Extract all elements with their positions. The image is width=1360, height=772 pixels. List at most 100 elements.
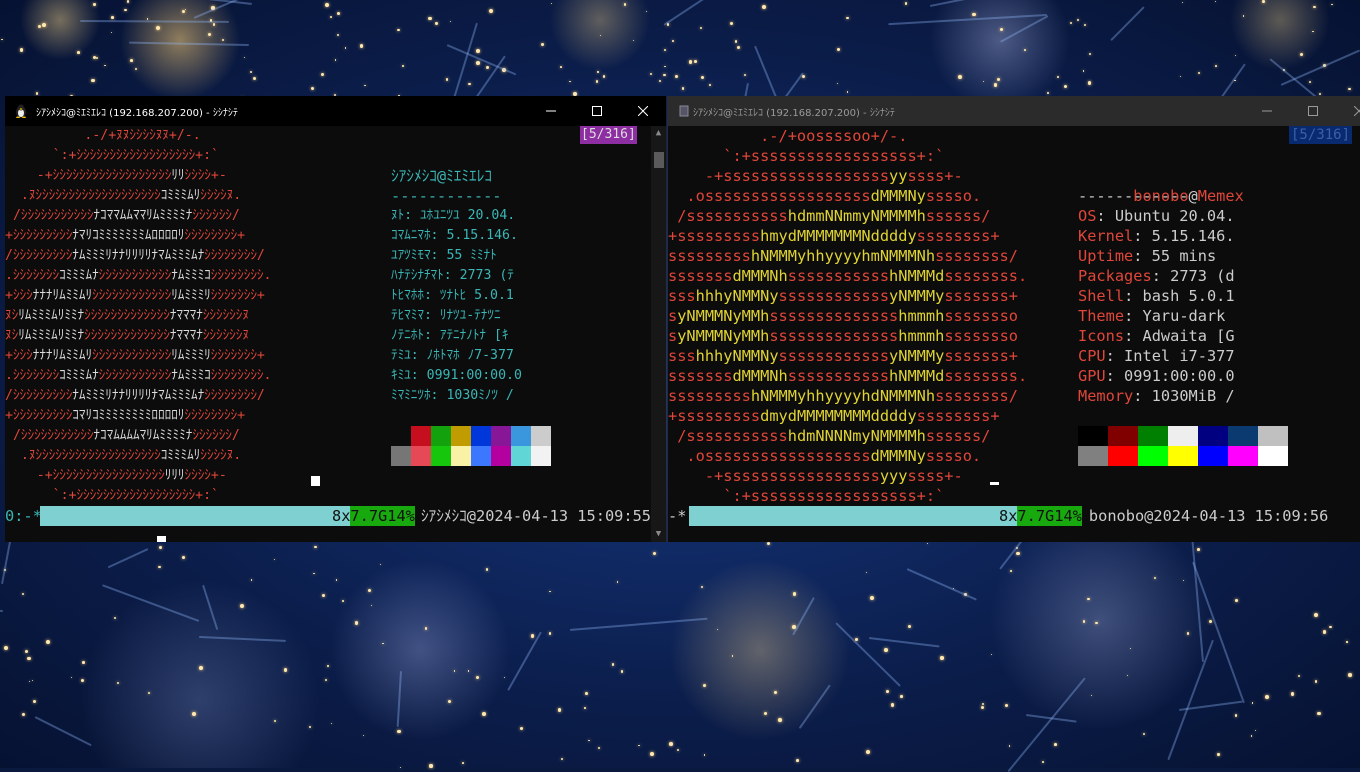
star-dot [993,83,997,87]
info-key: Uptime [1078,247,1134,265]
star-dot [1042,760,1045,763]
logo-line: +sssssssssdmydMMMMMMMMddddyssssssss+ [668,407,1000,425]
star-dot [314,545,317,548]
star-dot [273,559,276,561]
star-dot [1087,597,1090,601]
terminal-output[interactable]: .-/+oossssoo+/-. `:+ssssssssssssssssss+:… [668,126,1360,542]
star-dot [489,8,494,13]
close-button[interactable] [1336,96,1360,126]
star-dot [212,23,216,26]
scroll-down-icon[interactable]: ▼ [651,527,666,542]
terminal-window-left[interactable]: ｼｱｼﾒｼｺ@ﾐｴﾐｴﾚｺ (192.168.207.200) - ｼｼﾅｼﾃ … [5,96,666,542]
star-dot [1235,599,1239,602]
filament-line [80,20,230,24]
star-dot [331,722,333,725]
info-row: Theme: Yaru-dark [1078,306,1225,326]
star-dot [1090,694,1092,697]
star-dot [996,78,1000,82]
star-dot [91,78,96,83]
filament-line [929,0,1074,8]
status-load: 8x [332,506,351,526]
color-swatch [511,426,531,446]
tmux-status-bar: -* 8x 7.7G 14% bonobo@2024-04-13 15:09:5… [668,506,1360,526]
scroll-up-icon[interactable]: ▲ [651,126,666,141]
color-swatch [1138,446,1168,466]
separator-line: ------------ [1078,187,1189,205]
star-dot [381,642,384,645]
star-dot [1319,92,1322,96]
star-dot [446,78,449,81]
title-bar[interactable]: ｼｱｼﾒｼｺ@ﾐｴﾐｴﾚｺ (192.168.207.200) - ｼｼﾅｼﾃ [668,96,1360,126]
star-dot [557,707,562,712]
star-dot [77,51,80,54]
info-key: CPU [1078,347,1106,365]
info-row: ｺﾏﾑﾆﾏﾎ: 5.15.146. [391,228,518,243]
maximize-button[interactable] [1290,96,1336,126]
star-dot [766,542,770,546]
close-button[interactable] [620,96,666,126]
star-dot [467,82,471,86]
color-swatch [431,426,451,446]
star-dot [33,699,37,703]
star-dot [476,61,480,65]
star-dot [900,695,903,698]
filament-line [397,670,403,727]
star-dot [251,579,253,581]
filament-line [569,617,708,631]
minimize-button[interactable] [1244,96,1290,126]
star-dot [584,692,588,695]
star-dot [181,9,186,14]
star-dot [972,12,976,16]
star-dot [486,65,490,70]
star-dot [637,744,640,747]
star-dot [1265,694,1269,699]
scrollbar-thumb[interactable] [654,152,664,168]
user-host: ｼｱｼﾒｼｺ@ﾐｴﾐｴﾚｺ [391,167,492,185]
star-dot [253,76,257,81]
star-dot [1299,52,1303,56]
info-value: : 55 mins [1133,247,1217,265]
filament-line [507,631,542,692]
star-dot [359,44,364,48]
vertical-scrollbar[interactable]: ▲ ▼ [651,126,666,542]
terminal-window-right[interactable]: ｼｱｼﾒｼｺ@ﾐｴﾐｴﾚｺ (192.168.207.200) - ｼｼﾅｼﾃ … [667,96,1360,542]
star-dot [192,712,197,717]
star-dot [1208,619,1213,623]
star-dot [588,739,590,742]
star-dot [540,43,544,47]
star-dot [549,590,551,593]
window-title: ｼｱｼﾒｼｺ@ﾐｴﾐｴﾚｺ (192.168.207.200) - ｼｼﾅｼﾃ [693,107,895,119]
terminal-output[interactable]: .-/+ﾇﾇｼｼｼｼﾇﾇ+/-. `:+ｼｼｼｼｼｼｼｼｼｼｼｼｼｼｼｼｼｼ+:… [5,126,651,542]
star-dot [130,59,133,63]
info-row: ﾃﾐﾕ: ﾉﾎﾄﾏﾎ ﾉ7-377 [391,348,514,363]
star-dot [1290,692,1295,696]
text-cursor [990,482,999,485]
star-dot [530,634,534,638]
star-dot [111,16,114,19]
star-dot [778,718,782,722]
text-cursor [311,476,320,486]
star-dot [940,656,944,660]
tmux-status-bar: 0:-* 8x 7.7G 14% ｼｱｼﾒｼｺ@2024-04-13 15:09… [5,506,651,526]
star-dot [1316,711,1321,716]
info-row: Shell: bash 5.0.1 [1078,286,1235,306]
star-dot [322,593,326,597]
maximize-button[interactable] [574,96,620,126]
minimize-button[interactable] [528,96,574,126]
star-dot [135,67,138,70]
star-dot [703,754,705,756]
logo-line: `:+ssssssssssssssssss+:` [668,147,945,165]
status-spacer [40,506,332,526]
color-swatch [1078,426,1108,446]
star-dot [1008,745,1010,747]
color-swatch [451,446,471,466]
star-dot [1329,625,1333,629]
star-dot [1047,92,1049,95]
star-dot [1196,547,1200,551]
star-dot [611,663,615,666]
color-swatch [1108,426,1138,446]
filament-line [906,568,978,601]
title-bar[interactable]: ｼｱｼﾒｼｺ@ﾐｴﾐｴﾚｺ (192.168.207.200) - ｼｼﾅｼﾃ [5,96,666,126]
star-dot [468,670,470,672]
star-dot [702,684,706,688]
